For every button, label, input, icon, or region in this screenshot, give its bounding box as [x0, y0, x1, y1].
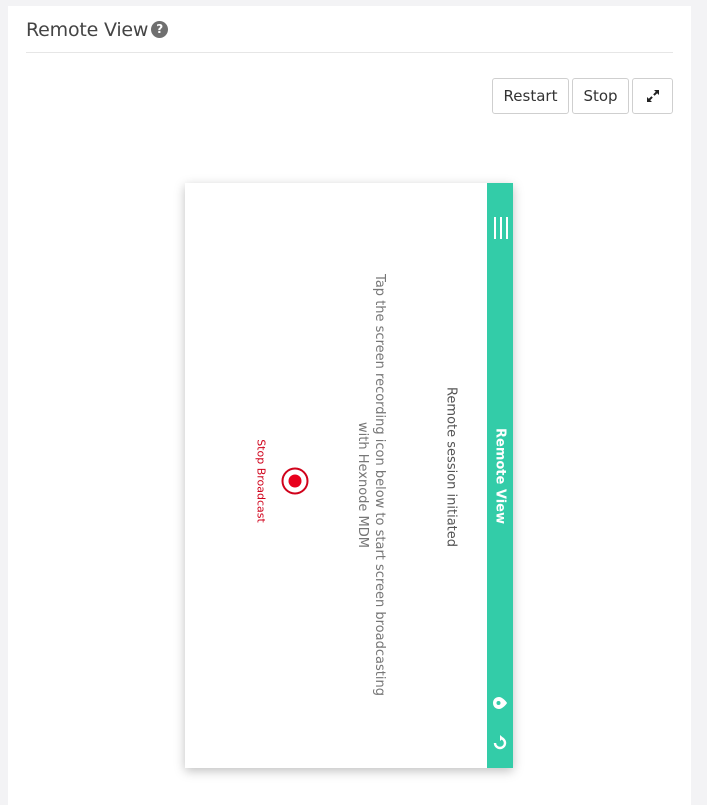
expand-arrows-icon	[646, 90, 659, 102]
question-circle-icon[interactable]: ?	[151, 21, 169, 38]
app-bar-title: Remote View	[492, 428, 508, 524]
stop-broadcast-label[interactable]: Stop Broadcast	[255, 439, 268, 523]
device-screen[interactable]: Remote View Remote session initiated Tap…	[185, 183, 513, 768]
record-icon[interactable]	[281, 467, 309, 495]
stop-button[interactable]: Stop	[572, 78, 629, 114]
restart-button[interactable]: Restart	[492, 78, 569, 114]
instruction-line-1: Tap the screen recording icon below to s…	[372, 274, 387, 696]
expand-button[interactable]	[632, 78, 673, 114]
panel-header: Remote View ?	[26, 18, 673, 53]
instruction-text: Tap the screen recording icon below to s…	[354, 274, 388, 696]
menu-lines-icon[interactable]	[494, 217, 508, 239]
instruction-line-2: with Hexnode MDM	[355, 422, 370, 548]
location-pin-icon[interactable]	[492, 695, 508, 711]
app-bar: Remote View	[487, 183, 513, 768]
session-status-text: Remote session initiated	[443, 386, 459, 548]
remote-view-panel: Remote View ? Restart Stop Remote View R…	[8, 6, 691, 805]
page-title: Remote View	[26, 19, 149, 41]
refresh-icon[interactable]	[492, 735, 508, 751]
toolbar: Restart Stop	[492, 78, 673, 114]
